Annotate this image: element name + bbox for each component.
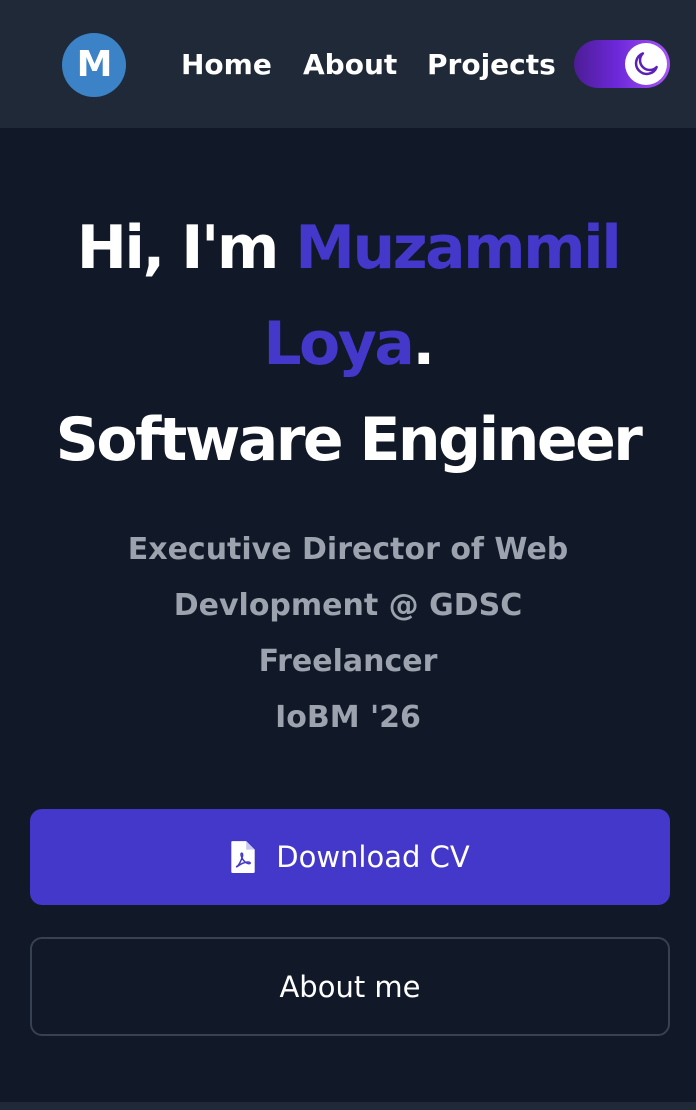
nav-home-link[interactable]: Home <box>181 44 272 86</box>
name-first: Muzammil <box>295 213 622 283</box>
hero-subtitle: Executive Director of Web Devlopment @ G… <box>40 522 656 746</box>
pdf-file-icon <box>231 841 255 873</box>
page: M Home About Projects Hi, I'm Muzammil L… <box>0 0 696 1110</box>
subtitle-line: Freelancer <box>258 644 438 679</box>
subtitle-line: Devlopment @ GDSC <box>173 588 523 623</box>
nav-about-link[interactable]: About <box>303 44 397 86</box>
subtitle-line: IoBM '26 <box>275 700 421 735</box>
role-text: Software Engineer <box>55 405 643 475</box>
hero-title: Hi, I'm Muzammil Loya. Software Engineer <box>20 200 676 488</box>
moon-icon <box>634 52 658 76</box>
logo[interactable]: M <box>62 33 126 97</box>
download-cv-label: Download CV <box>276 840 470 874</box>
download-cv-button[interactable]: Download CV <box>30 809 670 905</box>
logo-letter: M <box>76 44 113 85</box>
theme-toggle[interactable] <box>574 40 670 88</box>
site-header: M Home About Projects <box>0 0 696 128</box>
toggle-knob <box>625 43 667 85</box>
name-period: . <box>412 309 435 379</box>
about-me-label: About me <box>279 969 421 1004</box>
about-me-button[interactable]: About me <box>30 937 670 1036</box>
name-last: Loya <box>263 309 415 379</box>
nav-projects-link[interactable]: Projects <box>427 44 556 86</box>
subtitle-line: Executive Director of Web <box>127 532 569 567</box>
greeting-text: Hi, I'm <box>76 213 280 283</box>
footer-divider <box>0 1102 696 1110</box>
